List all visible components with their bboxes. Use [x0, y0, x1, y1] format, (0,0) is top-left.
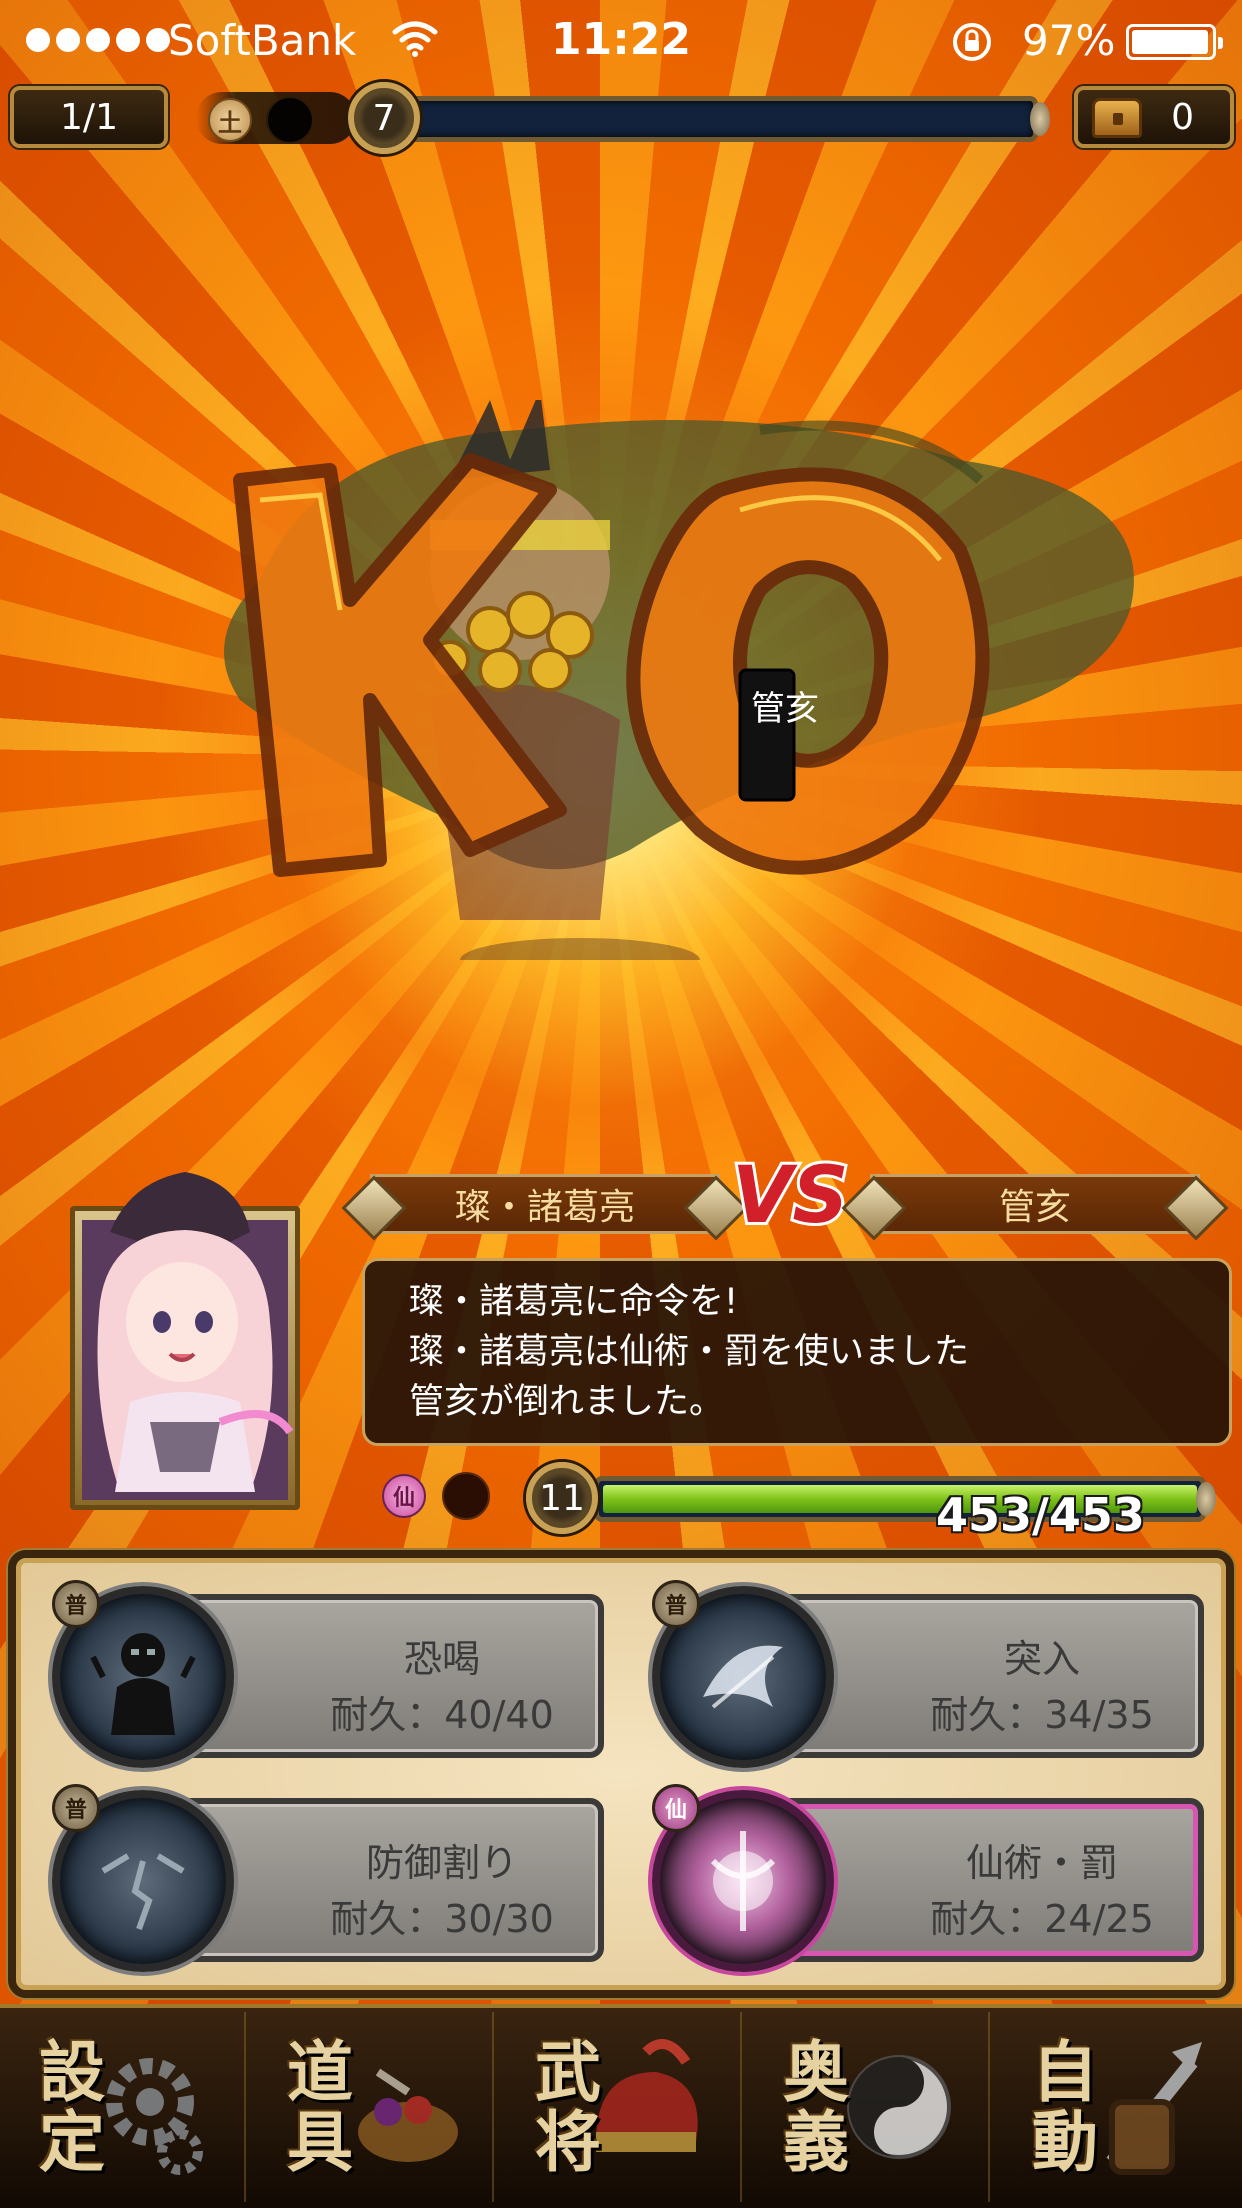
bar-endcap — [1196, 1482, 1216, 1516]
normal-type-badge: 普 — [52, 1784, 100, 1832]
skill-durability: 耐久：24/25 — [930, 1897, 1154, 1941]
battle-message-box: 璨・諸葛亮に命令を! 璨・諸葛亮は仙術・罰を使いました 管亥が倒れました。 — [362, 1258, 1232, 1446]
status-bar: SoftBank 11:22 97% — [0, 0, 1242, 80]
treasure-counter[interactable]: 0 — [1074, 86, 1234, 148]
skill-name: 防御割り — [365, 1841, 518, 1885]
normal-type-badge: 普 — [52, 1580, 100, 1628]
empty-orb-icon — [266, 96, 314, 144]
chest-count: 0 — [1171, 96, 1194, 138]
sen-element-icon: 仙 — [382, 1474, 426, 1518]
skill-durability: 耐久：40/40 — [330, 1693, 554, 1737]
enemy-level-badge: 7 — [348, 82, 420, 154]
skill-durability: 耐久：30/30 — [330, 1897, 554, 1941]
bar-endcap — [1030, 102, 1050, 136]
menu-label: 道具 — [276, 2037, 354, 2177]
menu-label: 武将 — [524, 2037, 602, 2177]
ko-splash-graphic: 管亥 — [224, 400, 1134, 960]
skill-name: 突入 — [1003, 1637, 1080, 1681]
enemy-name-plate: 管亥 — [870, 1174, 1200, 1234]
earth-element-icon: 土 — [208, 98, 252, 142]
normal-type-badge: 普 — [652, 1580, 700, 1628]
skill-button-sen-punishment[interactable]: 仙 仙術・罰 耐久：24/25 — [652, 1784, 1212, 1972]
menu-label: 自動 — [1021, 2037, 1099, 2177]
rotation-lock-icon — [953, 23, 991, 61]
menu-auto-button[interactable]: 自動 — [992, 2012, 1238, 2202]
skill-name: 仙術・罰 — [965, 1841, 1118, 1885]
skill-button-charge[interactable]: 普 突入 耐久：34/35 — [652, 1580, 1212, 1768]
menu-label: 設定 — [28, 2037, 106, 2177]
empty-orb-icon — [442, 1472, 490, 1520]
vs-emblem: VS — [729, 1148, 848, 1244]
menu-label: 奥義 — [772, 2037, 850, 2177]
skill-button-defense-break[interactable]: 普 防御割り 耐久：30/30 — [52, 1784, 612, 1972]
battery-percent: 97% — [1022, 16, 1116, 65]
battle-message-line: 璨・諸葛亮に命令を! — [409, 1282, 739, 1322]
svg-text:VS: VS — [732, 1151, 848, 1241]
skill-name: 恐喝 — [403, 1637, 480, 1681]
skill-button-intimidate[interactable]: 普 恐喝 耐久：40/40 — [52, 1580, 612, 1768]
menu-secret-arts-button[interactable]: 奥義 — [744, 2012, 990, 2202]
player-name-plate: 璨・諸葛亮 — [370, 1174, 720, 1234]
svg-text:管亥: 管亥 — [751, 689, 819, 729]
menu-generals-button[interactable]: 武将 — [496, 2012, 742, 2202]
menu-items-button[interactable]: 道具 — [248, 2012, 494, 2202]
menu-settings-button[interactable]: 設定 — [0, 2012, 246, 2202]
enemy-hp-bar — [402, 96, 1038, 142]
treasure-chest-icon — [1092, 98, 1142, 138]
player-hp-text: 453/453 — [936, 1488, 1145, 1542]
player-portrait[interactable] — [70, 1172, 300, 1510]
stage-counter: 1/1 — [10, 86, 168, 148]
battle-message-line: 璨・諸葛亮は仙術・罰を使いました — [409, 1332, 970, 1372]
battle-message-line: 管亥が倒れました。 — [409, 1382, 725, 1422]
battery-icon — [1126, 24, 1223, 60]
sen-type-badge: 仙 — [652, 1784, 700, 1832]
player-level-badge: 11 — [526, 1462, 598, 1534]
skill-durability: 耐久：34/35 — [930, 1693, 1154, 1737]
